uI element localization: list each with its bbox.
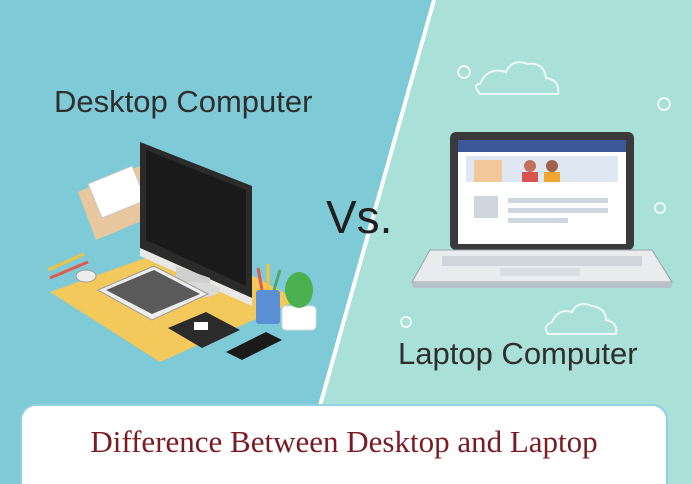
mouse-icon (75, 269, 97, 283)
versus-label: Vs. (326, 191, 393, 243)
laptop-computer-label: Laptop Computer (398, 336, 638, 371)
desktop-computer-label: Desktop Computer (54, 84, 313, 119)
banner-title: Difference Between Desktop and Laptop (90, 424, 598, 459)
laptop-icon (411, 132, 673, 288)
title-banner: Difference Between Desktop and Laptop (20, 404, 668, 484)
